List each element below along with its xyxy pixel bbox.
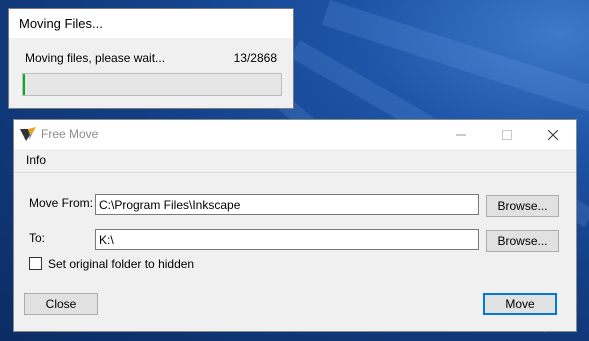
hidden-checkbox-label[interactable]: Set original folder to hidden — [48, 257, 194, 271]
title-bar[interactable]: Free Move — [14, 120, 576, 149]
maximize-button[interactable] — [484, 120, 530, 149]
progress-bar — [22, 73, 282, 96]
move-from-input[interactable] — [95, 194, 479, 215]
progress-count: 13/2868 — [233, 51, 277, 65]
browse-from-button[interactable]: Browse... — [486, 195, 559, 217]
menu-bar: Info — [14, 149, 576, 173]
free-move-window: Free Move Info Move From: Browse... To: … — [13, 119, 577, 332]
close-button[interactable]: Close — [24, 293, 98, 315]
to-input[interactable] — [95, 229, 479, 250]
to-label: To: — [29, 231, 46, 245]
browse-to-button[interactable]: Browse... — [486, 230, 559, 252]
progress-dialog-title: Moving Files... — [9, 9, 293, 38]
progress-message: Moving files, please wait... — [25, 51, 166, 65]
move-button[interactable]: Move — [483, 293, 557, 315]
hidden-checkbox[interactable] — [29, 257, 42, 270]
close-icon — [547, 129, 559, 141]
maximize-icon — [502, 130, 512, 141]
app-icon — [20, 127, 36, 141]
progress-dialog: Moving Files... Moving files, please wai… — [8, 8, 294, 109]
move-from-label: Move From: — [29, 196, 94, 210]
minimize-icon — [456, 134, 466, 136]
progress-bar-fill — [23, 74, 26, 95]
close-window-button[interactable] — [530, 120, 576, 149]
menu-info[interactable]: Info — [26, 153, 46, 167]
window-title: Free Move — [41, 127, 99, 141]
minimize-button[interactable] — [438, 120, 484, 149]
